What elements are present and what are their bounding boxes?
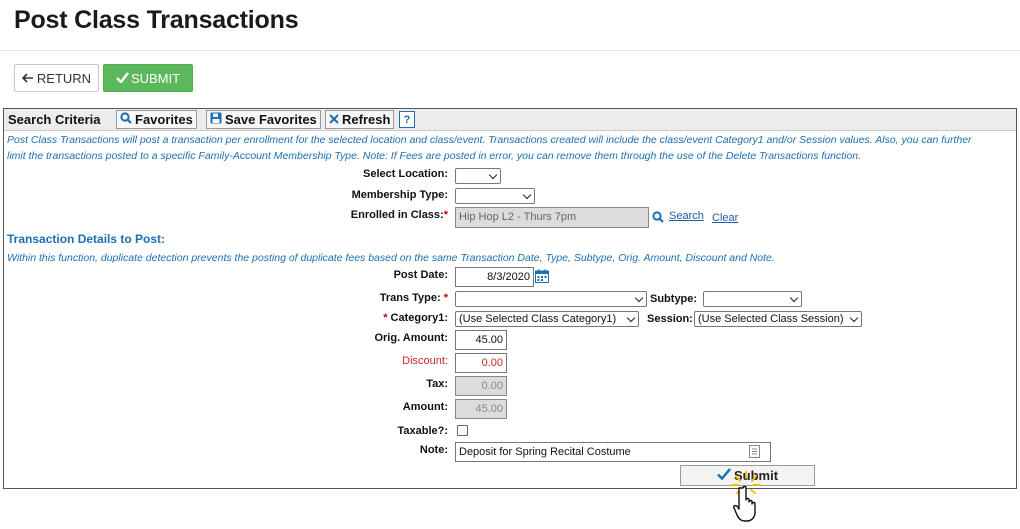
- enrolled-in-class-label-text: Enrolled in Class:: [350, 209, 444, 221]
- trans-type-label-text: Trans Type:: [379, 292, 441, 304]
- check-icon: [116, 71, 129, 86]
- info-text-line-2: limit the transactions posted to a speci…: [7, 150, 862, 162]
- note-label: Note:: [419, 444, 448, 456]
- amount-input[interactable]: 45.00: [455, 399, 507, 419]
- return-button-label: RETURN: [36, 70, 92, 86]
- favorites-button[interactable]: Favorites: [116, 110, 197, 129]
- taxable-label: Taxable?:: [397, 425, 448, 437]
- discount-input[interactable]: 0.00: [455, 353, 507, 373]
- refresh-label: Refresh: [342, 112, 391, 127]
- help-icon[interactable]: ?: [399, 111, 415, 128]
- note-input[interactable]: Deposit for Spring Recital Costume: [455, 442, 771, 462]
- class-clear-link[interactable]: Clear: [712, 212, 738, 224]
- favorites-label: Favorites: [135, 112, 193, 127]
- note-expand-icon[interactable]: [749, 445, 760, 463]
- membership-type-label: Membership Type:: [351, 189, 448, 201]
- post-date-input[interactable]: 8/3/2020: [455, 267, 534, 287]
- session-label: Session:: [647, 313, 693, 325]
- search-icon[interactable]: [652, 210, 664, 228]
- transaction-details-heading: Transaction Details to Post:: [7, 232, 166, 246]
- duplicate-detection-note: Within this function, duplicate detectio…: [7, 252, 775, 264]
- required-star: *: [443, 292, 448, 304]
- post-date-label: Post Date:: [393, 269, 448, 281]
- save-icon: [210, 112, 222, 127]
- save-favorites-label: Save Favorites: [225, 112, 317, 127]
- submit-button-top[interactable]: SUBMIT: [103, 64, 193, 92]
- orig-amount-label: Orig. Amount:: [374, 332, 448, 344]
- category1-label: * Category1:: [383, 312, 448, 324]
- enrolled-in-class-label: Enrolled in Class:*: [351, 209, 448, 221]
- arrow-left-icon: [21, 71, 34, 86]
- search-criteria-label: Search Criteria: [8, 112, 101, 127]
- enrolled-class-field[interactable]: Hip Hop L2 - Thurs 7pm: [455, 207, 649, 228]
- class-search-link[interactable]: Search: [669, 210, 704, 222]
- tax-label: Tax:: [426, 378, 448, 390]
- session-select[interactable]: (Use Selected Class Session): [694, 311, 862, 327]
- search-icon: [120, 112, 132, 127]
- category1-label-text: Category1:: [390, 312, 448, 324]
- calendar-icon[interactable]: [535, 269, 549, 288]
- orig-amount-input[interactable]: 45.00: [455, 330, 507, 350]
- membership-type-select[interactable]: [455, 188, 535, 204]
- page-title: Post Class Transactions: [14, 6, 299, 34]
- save-favorites-button[interactable]: Save Favorites: [206, 110, 321, 129]
- select-location-label: Select Location:: [363, 168, 448, 180]
- taxable-checkbox[interactable]: [457, 425, 468, 436]
- required-star: *: [443, 209, 448, 221]
- category1-select[interactable]: (Use Selected Class Category1): [455, 311, 639, 327]
- return-button[interactable]: RETURN: [14, 64, 99, 92]
- close-x-icon: [329, 112, 339, 127]
- search-criteria-toolbar: Search Criteria Favorites Save Favorites…: [4, 109, 1016, 131]
- info-text-line-1: Post Class Transactions will post a tran…: [7, 134, 972, 146]
- subtype-label: Subtype:: [650, 293, 698, 305]
- trans-type-label: Trans Type: *: [380, 292, 448, 304]
- location-select[interactable]: [455, 168, 501, 184]
- discount-label: Discount:: [402, 355, 448, 367]
- hand-pointer-icon: [728, 470, 768, 524]
- trans-type-select[interactable]: [455, 291, 647, 307]
- required-star: *: [383, 312, 388, 324]
- tax-input[interactable]: 0.00: [455, 376, 507, 396]
- submit-button-label: SUBMIT: [130, 70, 181, 86]
- note-input-text: Deposit for Spring Recital Costume: [459, 446, 631, 458]
- post-form-panel: Search Criteria Favorites Save Favorites…: [3, 108, 1017, 489]
- title-divider: [0, 50, 1020, 51]
- amount-label: Amount:: [402, 401, 448, 413]
- refresh-button[interactable]: Refresh: [325, 110, 395, 129]
- subtype-select[interactable]: [703, 291, 802, 307]
